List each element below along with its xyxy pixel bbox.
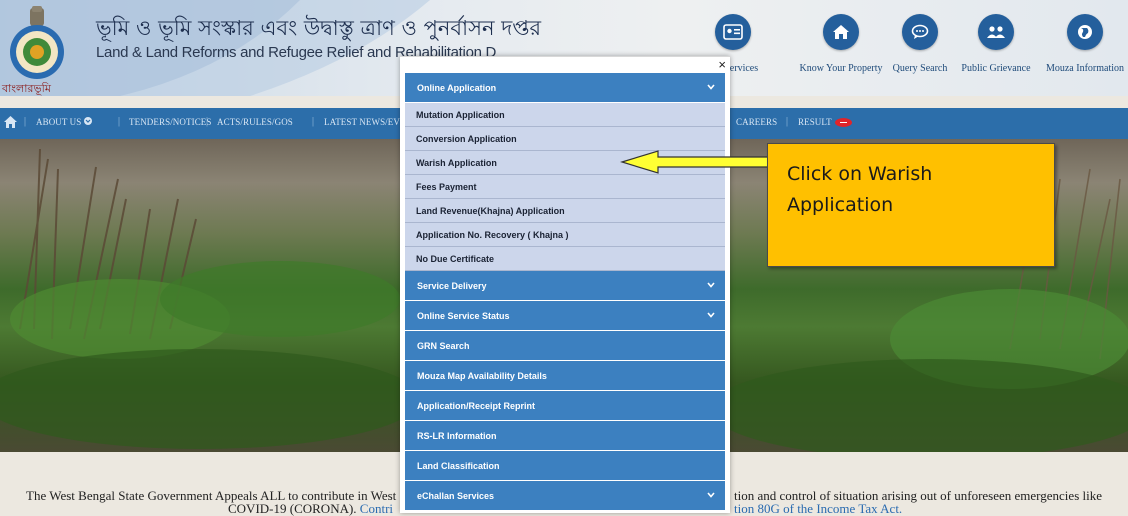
menu-label: Land Classification — [417, 461, 500, 471]
appeal-line: tion 80G of the Income Tax Act. — [734, 501, 903, 516]
nav-item-careers[interactable]: CAREERS — [736, 117, 777, 127]
menu-land-classification[interactable]: Land Classification — [405, 451, 725, 481]
menu-grn-search[interactable]: GRN Search — [405, 331, 725, 361]
submenu-land-revenue-khajna-application[interactable]: Land Revenue(Khajna) Application — [405, 199, 725, 223]
appeal-left-part: The West Bengal State Government Appeals… — [26, 489, 406, 515]
nav-separator: | — [206, 116, 209, 127]
department-title-bengali: ভূমি ও ভূমি সংস্কার এবং উদ্বাস্তু ত্রাণ … — [96, 16, 542, 40]
menu-echallan-services[interactable]: eChallan Services — [405, 481, 725, 511]
menu-online-service-status[interactable]: Online Service Status — [405, 301, 725, 331]
quick-link-label: Public Grievance — [961, 63, 1031, 74]
menu-label: Online Application — [417, 83, 497, 93]
menu-application-receipt-reprint[interactable]: Application/Receipt Reprint — [405, 391, 725, 421]
chevron-down-icon — [707, 84, 715, 90]
globe-icon — [1067, 14, 1103, 50]
pointer-arrow-icon — [620, 150, 769, 174]
submenu-fees-payment[interactable]: Fees Payment — [405, 175, 725, 199]
quick-link-label: Query Search — [892, 63, 948, 74]
nav-separator: | — [786, 116, 789, 127]
submenu-conversion-application[interactable]: Conversion Application — [405, 127, 725, 151]
quick-link-mouza-information[interactable]: Mouza Information — [1042, 14, 1128, 74]
chevron-down-icon — [707, 282, 715, 288]
menu-label: Service Delivery — [417, 281, 487, 291]
new-badge-icon — [834, 118, 852, 128]
menu-rs-lr-information[interactable]: RS-LR Information — [405, 421, 725, 451]
submenu-no-due-certificate[interactable]: No Due Certificate — [405, 247, 725, 271]
menu-label: Mouza Map Availability Details — [417, 371, 547, 381]
nav-item-latest-news[interactable]: LATEST NEWS/EV — [324, 117, 400, 127]
government-emblem-logo — [10, 6, 64, 79]
chat-icon — [902, 14, 938, 50]
quick-link-know-your-property[interactable]: Know Your Property — [796, 14, 886, 74]
quick-link-public-grievance[interactable]: Public Grievance — [958, 14, 1034, 74]
chevron-down-icon — [707, 312, 715, 318]
home-icon[interactable] — [4, 116, 17, 128]
close-button[interactable]: × — [718, 58, 726, 72]
nav-item-label: RESULT — [798, 117, 832, 127]
menu-mouza-map-availability[interactable]: Mouza Map Availability Details — [405, 361, 725, 391]
nav-item-label: ABOUT US — [36, 117, 82, 127]
id-card-icon — [715, 14, 751, 50]
nav-separator: | — [312, 116, 315, 127]
quick-links: zen Services Know Your Property Query Se… — [708, 14, 1128, 96]
callout-line: Application — [787, 194, 894, 216]
nav-item-tenders-notices[interactable]: TENDERS/NOTICES — [129, 117, 212, 127]
nav-item-result[interactable]: RESULT — [798, 117, 852, 128]
submenu-application-no-recovery[interactable]: Application No. Recovery ( Khajna ) — [405, 223, 725, 247]
services-modal: × Online Application Mutation Applicatio… — [400, 56, 730, 513]
menu-label: RS-LR Information — [417, 431, 497, 441]
appeal-line: COVID-19 (CORONA). — [228, 501, 357, 516]
appeal-right-part: tion and control of situation arising ou… — [734, 489, 1128, 515]
quick-link-label: Mouza Information — [1045, 63, 1125, 74]
menu-online-application[interactable]: Online Application — [405, 73, 725, 103]
menu-label: GRN Search — [417, 341, 470, 351]
users-icon — [978, 14, 1014, 50]
menu-service-delivery[interactable]: Service Delivery — [405, 271, 725, 301]
callout-line: Click on Warish — [787, 163, 933, 185]
contribute-link[interactable]: Contri — [360, 501, 393, 516]
menu-label: Online Service Status — [417, 311, 510, 321]
chevron-down-icon — [83, 117, 92, 125]
services-menu: Online Application Mutation Application … — [405, 73, 725, 511]
submenu-mutation-application[interactable]: Mutation Application — [405, 103, 725, 127]
brand-name-bengali: বাংলারভূমি — [2, 82, 51, 95]
chevron-down-icon — [707, 492, 715, 498]
nav-separator: | — [24, 116, 27, 127]
quick-link-label: Know Your Property — [799, 63, 883, 74]
nav-separator: | — [118, 116, 121, 127]
home-icon — [823, 14, 859, 50]
nav-item-acts-rules-gos[interactable]: ACTS/RULES/GOS — [217, 117, 293, 127]
menu-label: Application/Receipt Reprint — [417, 401, 536, 411]
quick-link-query-search[interactable]: Query Search — [890, 14, 950, 74]
nav-item-about-us[interactable]: ABOUT US — [36, 117, 92, 127]
menu-label: eChallan Services — [417, 491, 495, 501]
instruction-callout: Click on Warish Application — [767, 143, 1055, 267]
